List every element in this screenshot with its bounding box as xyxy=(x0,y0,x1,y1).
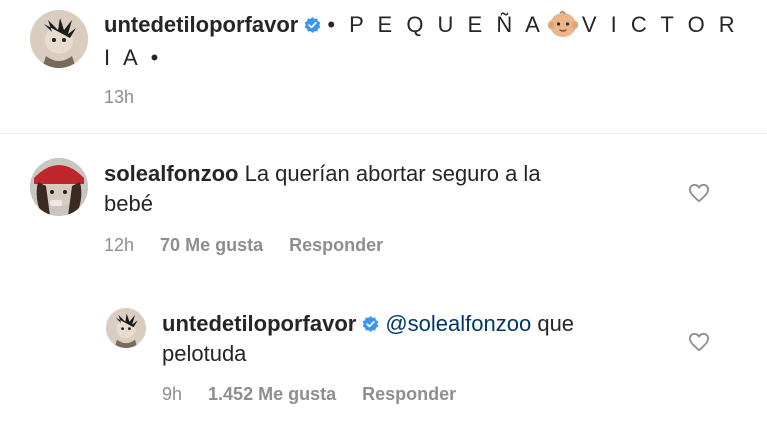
reply-like-heart-icon[interactable] xyxy=(688,332,710,352)
comment-avatar[interactable] xyxy=(30,158,88,216)
reply-line-1: untedetiloporfavor @solealfonzoo que xyxy=(162,310,574,338)
reply-username[interactable]: untedetiloporfavor xyxy=(162,311,356,336)
verified-badge-icon xyxy=(362,316,379,333)
caption-line-2: I A • xyxy=(104,45,163,70)
caption-meta: 13h xyxy=(104,86,160,108)
reply-text-line2: pelotuda xyxy=(162,341,247,366)
caption-avatar[interactable] xyxy=(30,10,88,68)
baby-face-icon xyxy=(547,10,578,38)
caption-username[interactable]: untedetiloporfavor xyxy=(104,12,298,37)
caption-timestamp: 13h xyxy=(104,87,135,107)
caption-text-part2: V I C T O R xyxy=(581,12,739,37)
reply-likes[interactable]: 1.452 Me gusta xyxy=(208,384,336,404)
reply-avatar[interactable] xyxy=(106,308,146,348)
reply-reply-button[interactable]: Responder xyxy=(362,384,456,404)
comment-text-line2: bebé xyxy=(104,191,153,216)
comment-likes[interactable]: 70 Me gusta xyxy=(160,235,263,255)
comment-timestamp: 12h xyxy=(104,235,135,255)
comment-like-heart-icon[interactable] xyxy=(688,183,710,203)
reply-mention-link[interactable]: @solealfonzoo xyxy=(385,311,531,336)
comment-meta: 12h 70 Me gusta Responder xyxy=(104,234,409,256)
comment-reply-button[interactable]: Responder xyxy=(289,235,383,255)
comment-line-1: solealfonzoo La querían abortar seguro a… xyxy=(104,160,541,188)
caption-text-part1: • P E Q U E Ñ A xyxy=(327,12,544,37)
reply-timestamp: 9h xyxy=(162,384,183,404)
caption-line-1: untedetiloporfavor • P E Q U E Ñ A V I C T… xyxy=(104,10,739,39)
reply-text-line1: que xyxy=(531,311,575,336)
comment-username[interactable]: solealfonzoo xyxy=(104,161,238,186)
divider xyxy=(0,133,767,134)
comment-text-line1: La querían abortar seguro a la xyxy=(244,161,541,186)
reply-meta: 9h 1.452 Me gusta Responder xyxy=(162,383,482,405)
verified-badge-icon xyxy=(304,17,321,34)
